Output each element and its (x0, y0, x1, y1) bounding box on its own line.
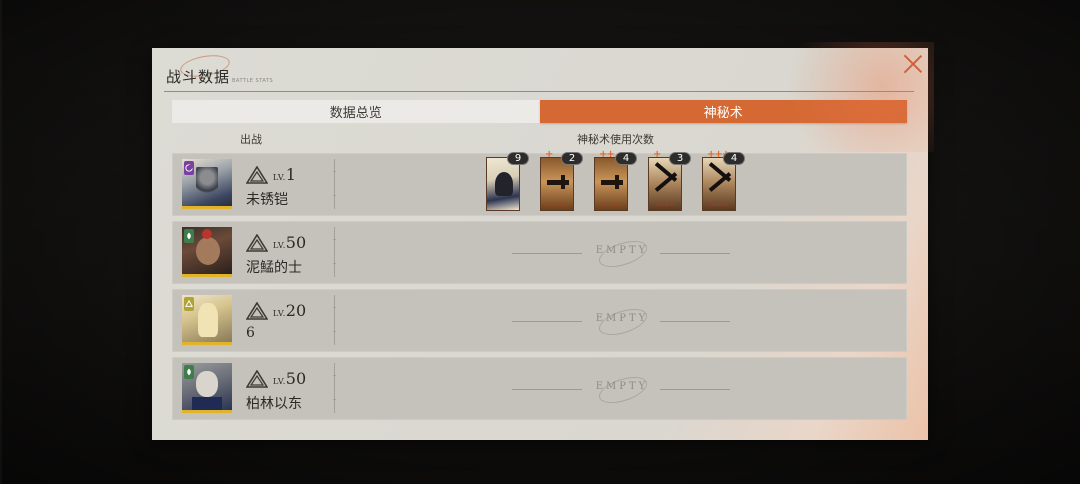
tab-bar: 数据总览 神秘术 (172, 100, 907, 123)
row-divider (333, 295, 336, 345)
title-divider (164, 91, 914, 92)
tab-arcana[interactable]: 神秘术 (539, 100, 907, 123)
character-portrait[interactable] (182, 295, 232, 345)
character-name: 柏林以东 (246, 396, 302, 412)
row-divider (333, 227, 336, 277)
arcana-card[interactable]: + 3 Attack (648, 149, 691, 211)
leaf-icon (184, 229, 194, 243)
arcana-card-list: 9 + 2 Attack ++ 4 Attack + 3 Attack +++ … (486, 149, 745, 213)
triangle-icon (184, 297, 194, 311)
level-value: 1 (285, 165, 296, 184)
arcana-card[interactable]: +++ 4 Attack (702, 149, 745, 211)
character-name: 未锈铠 (246, 192, 288, 208)
level-prefix: LV. (273, 241, 286, 250)
rank-icon (246, 234, 268, 252)
character-portrait[interactable] (182, 227, 232, 277)
character-row: LV.1 未锈铠 9 + 2 Attack ++ 4 Attack + 3 At… (172, 149, 907, 216)
arcana-card[interactable]: + 2 Attack (540, 149, 583, 211)
upgrade-stars: + (545, 149, 553, 160)
card-type-label: Attack (547, 202, 567, 208)
row-divider (333, 363, 336, 413)
tab-overview[interactable]: 数据总览 (172, 100, 540, 123)
leaf-icon (184, 365, 194, 379)
character-portrait[interactable] (182, 363, 232, 413)
column-header-arcana-uses: 神秘术使用次数 (577, 133, 654, 146)
use-count-badge: 9 (507, 152, 529, 165)
empty-placeholder: EMPTY (512, 371, 730, 409)
character-portrait[interactable] (182, 159, 232, 209)
use-count-badge: 4 (723, 152, 745, 165)
panel-subtitle: BATTLE STATS (232, 78, 274, 84)
rank-icon (246, 370, 268, 388)
moon-icon (184, 161, 194, 175)
level-display: LV.50 (273, 369, 306, 388)
panel-title: 战斗数据 (166, 68, 231, 86)
row-divider (333, 159, 336, 209)
card-type-label: Attack (655, 202, 675, 208)
level-prefix: LV. (273, 309, 286, 318)
use-count-badge: 4 (615, 152, 637, 165)
rank-icon (246, 166, 268, 184)
upgrade-stars: + (653, 149, 661, 160)
character-name: 泥鯭的士 (246, 260, 302, 276)
arcana-card[interactable]: 9 (486, 152, 529, 211)
empty-placeholder: EMPTY (512, 303, 730, 341)
close-icon[interactable] (902, 52, 924, 74)
level-prefix: LV. (273, 173, 286, 182)
arcana-card[interactable]: ++ 4 Attack (594, 149, 637, 211)
empty-label: EMPTY (595, 245, 649, 256)
battle-stats-panel: 战斗数据 BATTLE STATS 数据总览 神秘术 出战 神秘术使用次数 LV… (152, 42, 934, 440)
empty-placeholder: EMPTY (512, 235, 730, 273)
character-row: LV.50 泥鯭的士 EMPTY (172, 221, 907, 284)
rank-icon (246, 302, 268, 320)
level-display: LV.50 (273, 233, 306, 252)
level-display: LV.20 (273, 301, 306, 320)
card-type-label: Attack (601, 202, 621, 208)
column-header-deployed: 出战 (240, 133, 262, 146)
character-name: 6 (246, 325, 255, 341)
character-row: LV.50 柏林以东 EMPTY (172, 357, 907, 420)
card-type-label: Attack (709, 202, 729, 208)
level-value: 50 (285, 369, 307, 388)
character-row: LV.20 6 EMPTY (172, 289, 907, 352)
empty-label: EMPTY (595, 313, 649, 324)
empty-label: EMPTY (595, 381, 649, 392)
level-value: 50 (285, 233, 307, 252)
use-count-badge: 3 (669, 152, 691, 165)
level-display: LV.1 (273, 165, 296, 184)
use-count-badge: 2 (561, 152, 583, 165)
upgrade-stars: ++ (599, 149, 615, 160)
level-prefix: LV. (273, 377, 286, 386)
level-value: 20 (285, 301, 307, 320)
